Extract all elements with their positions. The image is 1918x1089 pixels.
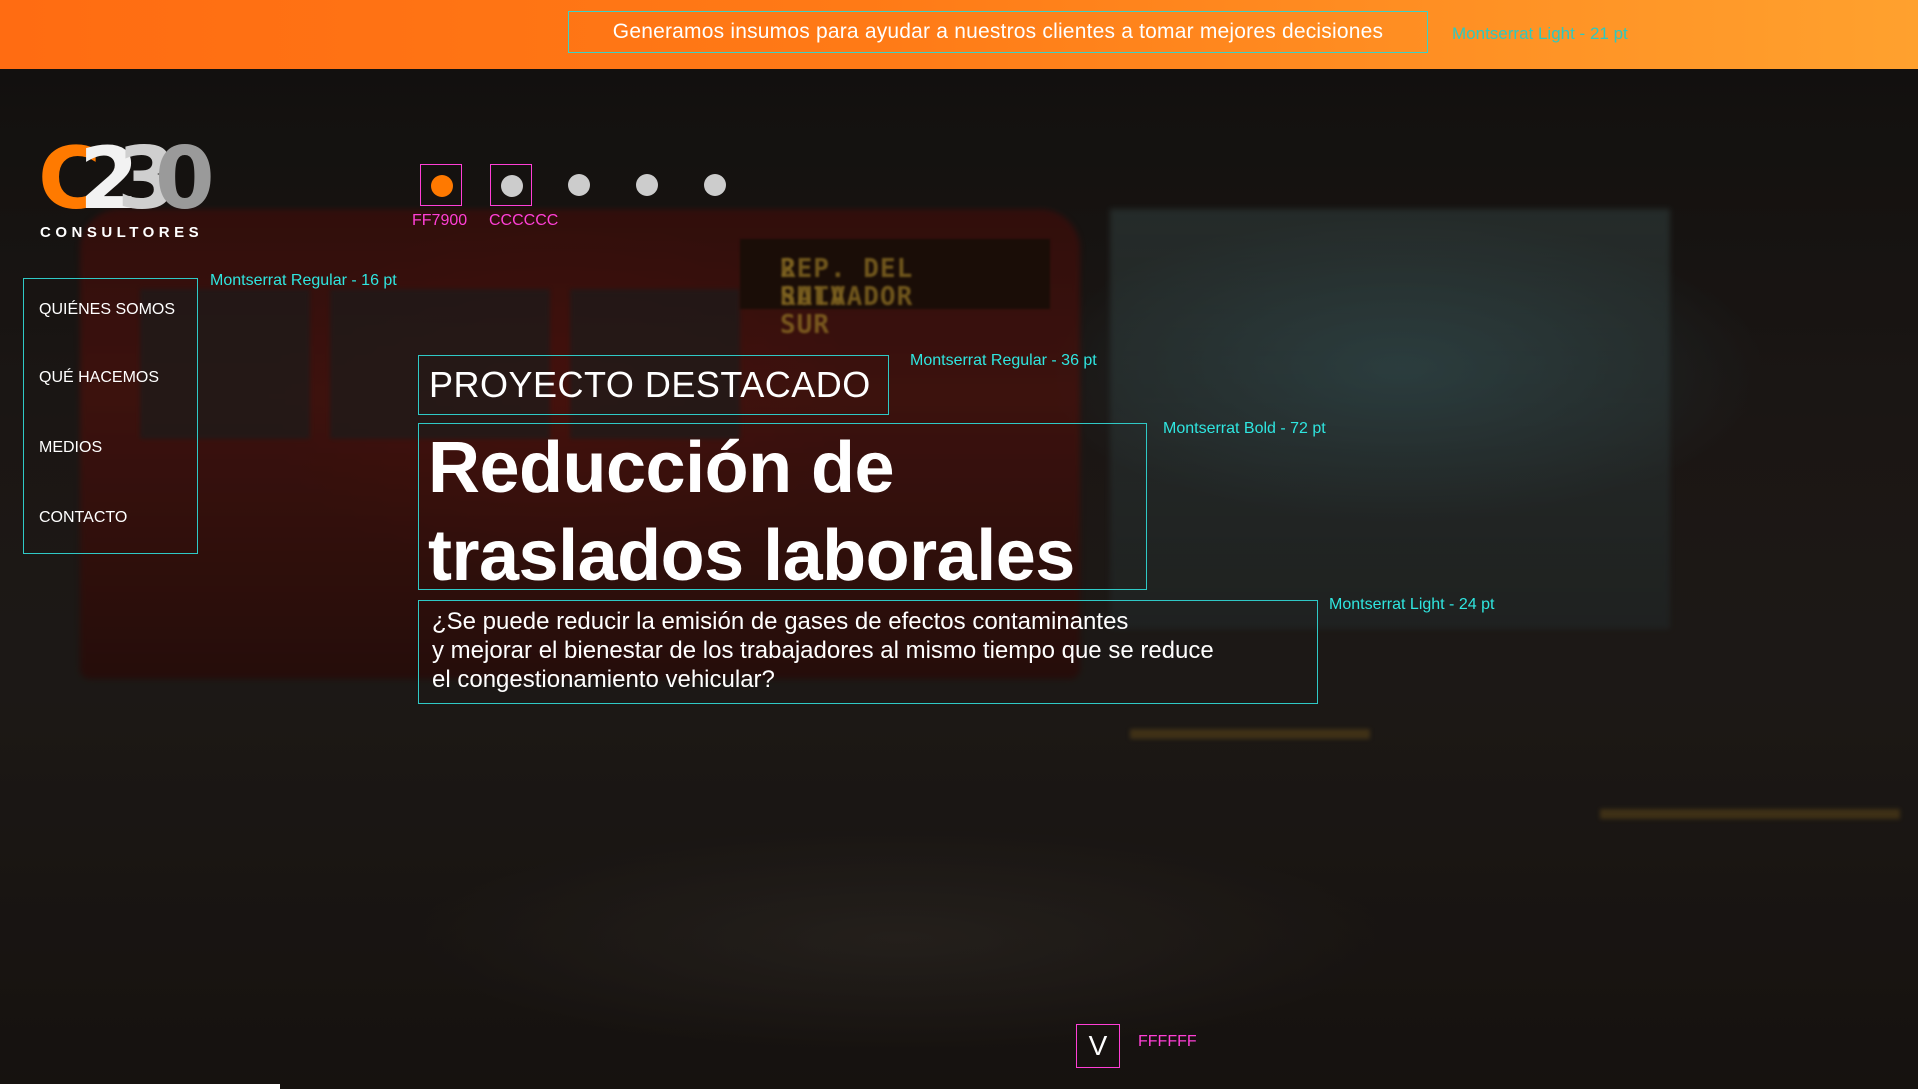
nav-item-medios[interactable]: MEDIOS xyxy=(39,439,102,457)
question-line: y mejorar el bienestar de los trabajador… xyxy=(432,637,1214,664)
logo-mark: C230 xyxy=(38,129,215,229)
nav-item-que-hacemos[interactable]: QUÉ HACEMOS xyxy=(39,369,159,387)
tagline-font-spec: Montserrat Light - 21 pt xyxy=(1452,24,1628,43)
scroll-down-button[interactable]: V xyxy=(1076,1024,1120,1068)
hero-headline: Reducción de traslados laborales xyxy=(418,423,1147,596)
bottom-edge-strip xyxy=(0,1084,280,1089)
dot-gray xyxy=(636,174,658,196)
hero-question: ¿Se puede reducir la emisión de gases de… xyxy=(418,600,1318,704)
dot-orange xyxy=(431,175,453,197)
dot-color-label: CCCCCC xyxy=(489,212,559,229)
slider-dot-1[interactable] xyxy=(420,164,462,206)
dot-gray xyxy=(568,174,590,196)
headline-line: Reducción de xyxy=(428,428,895,508)
nav-item-quienes-somos[interactable]: QUIÉNES SOMOS xyxy=(39,301,175,319)
kicker-font-spec: Montserrat Regular - 36 pt xyxy=(910,352,1097,369)
dot-color-label: FF7900 xyxy=(412,212,468,229)
slider-dot-5[interactable] xyxy=(694,164,736,206)
dot-gray xyxy=(704,174,726,196)
question-font-spec: Montserrat Light - 24 pt xyxy=(1329,596,1495,613)
dot-gray xyxy=(501,175,523,197)
menu-font-spec: Montserrat Regular - 16 pt xyxy=(210,272,397,289)
logo-subtitle: CONSULTORES xyxy=(40,224,204,241)
slider-dot-3[interactable] xyxy=(558,164,600,206)
banner-tagline: Generamos insumos para ayudar a nuestros… xyxy=(568,11,1428,53)
headline-font-spec: Montserrat Bold - 72 pt xyxy=(1163,420,1326,437)
headline-line: traslados laborales xyxy=(428,516,1075,596)
top-banner: Generamos insumos para ayudar a nuestros… xyxy=(0,0,1918,69)
chevron-down-icon: V xyxy=(1088,1030,1108,1061)
question-line: el congestionamiento vehicular? xyxy=(432,666,775,693)
slider-dot-4[interactable] xyxy=(626,164,668,206)
nav-item-contacto[interactable]: CONTACTO xyxy=(39,509,127,527)
featured-project-kicker: PROYECTO DESTACADO xyxy=(418,355,889,415)
side-navigation: QUIÉNES SOMOS QUÉ HACEMOS MEDIOS CONTACT… xyxy=(23,278,198,554)
slider-dot-2[interactable] xyxy=(490,164,532,206)
question-line: ¿Se puede reducir la emisión de gases de… xyxy=(432,608,1129,635)
c230-logo[interactable]: C230 CONSULTORES xyxy=(38,129,215,245)
scroll-color-spec: FFFFFF xyxy=(1138,1033,1197,1050)
